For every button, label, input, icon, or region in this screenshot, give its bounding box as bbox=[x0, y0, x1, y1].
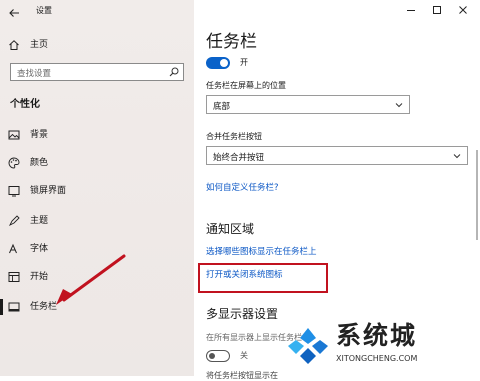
minimize-button[interactable] bbox=[404, 2, 418, 16]
toggle-state-label: 开 bbox=[240, 58, 248, 67]
annotation-arrow bbox=[56, 254, 126, 305]
close-button[interactable] bbox=[456, 2, 470, 16]
section-title: 个性化 bbox=[10, 99, 40, 110]
sidebar-item-label: 背景 bbox=[30, 130, 49, 140]
minimize-icon bbox=[407, 10, 415, 11]
back-button[interactable] bbox=[8, 4, 20, 17]
page-title: 任务栏 bbox=[206, 32, 257, 52]
watermark-logo bbox=[288, 328, 328, 364]
toggle-knob bbox=[209, 352, 215, 359]
taskbar-lock-toggle[interactable] bbox=[206, 57, 230, 69]
position-label: 任务栏在屏幕上的位置 bbox=[206, 81, 286, 90]
chevron-down-icon bbox=[453, 154, 461, 159]
sidebar-item-label: 颜色 bbox=[30, 158, 49, 168]
select-icons-link[interactable]: 选择哪些图标显示在任务栏上 bbox=[206, 247, 317, 258]
sidebar-item-label: 锁屏界面 bbox=[30, 186, 67, 196]
watermark-brand: 系统城 bbox=[336, 321, 418, 350]
sidebar-item-themes[interactable]: 主题 bbox=[0, 210, 194, 232]
notify-section-title: 通知区域 bbox=[206, 222, 255, 236]
sidebar-item-label: 主页 bbox=[30, 40, 49, 50]
maximize-icon bbox=[433, 6, 441, 14]
sidebar-item-lock-screen[interactable]: 锁屏界面 bbox=[0, 180, 194, 202]
position-dropdown[interactable]: 底部 bbox=[206, 95, 410, 114]
window-title: 设置 bbox=[36, 6, 52, 15]
home-icon bbox=[9, 40, 19, 50]
theme-icon bbox=[8, 215, 20, 227]
search-icon bbox=[169, 67, 179, 77]
search-input[interactable]: 查找设置 bbox=[10, 63, 184, 81]
sidebar-item-label: 主题 bbox=[30, 216, 49, 226]
back-arrow-icon bbox=[9, 9, 19, 17]
multi-display-title: 多显示器设置 bbox=[206, 307, 279, 321]
maximize-button[interactable] bbox=[430, 2, 444, 16]
image-icon bbox=[8, 130, 20, 140]
lock-screen-icon bbox=[8, 186, 20, 197]
sidebar-item-colors[interactable]: 颜色 bbox=[0, 152, 194, 174]
sidebar-item-background[interactable]: 背景 bbox=[0, 124, 194, 146]
watermark-url: XITONGCHENG.COM bbox=[336, 354, 418, 363]
multi-toggle-label: 关 bbox=[240, 351, 248, 360]
close-icon bbox=[459, 6, 467, 14]
search-placeholder: 查找设置 bbox=[17, 69, 52, 79]
taskbar-icon bbox=[8, 302, 20, 312]
start-icon bbox=[8, 272, 20, 282]
highlight-box bbox=[198, 263, 328, 293]
font-icon bbox=[9, 243, 17, 254]
chevron-down-icon bbox=[395, 103, 403, 108]
scrollbar[interactable] bbox=[476, 150, 478, 240]
multi-display-toggle[interactable] bbox=[206, 350, 230, 362]
combine-label: 合并任务栏按钮 bbox=[206, 132, 262, 141]
palette-icon bbox=[8, 157, 20, 169]
toggle-knob bbox=[220, 59, 228, 67]
sidebar: 设置 主页 查找设置 个性化 背景 颜色 锁屏界面 主题 字体 开始 任务栏 bbox=[0, 0, 194, 376]
position-value: 底部 bbox=[213, 102, 231, 112]
combine-dropdown[interactable]: 始终合并按钮 bbox=[206, 146, 468, 165]
sidebar-item-home[interactable]: 主页 bbox=[0, 34, 194, 56]
customize-link[interactable]: 如何自定义任务栏? bbox=[206, 183, 279, 194]
sidebar-item-label: 字体 bbox=[30, 244, 49, 254]
main-panel: 任务栏 开 任务栏在屏幕上的位置 底部 合并任务栏按钮 始终合并按钮 如何自定义… bbox=[194, 0, 480, 380]
sidebar-item-label: 开始 bbox=[30, 272, 49, 282]
combine-value: 始终合并按钮 bbox=[213, 153, 265, 163]
